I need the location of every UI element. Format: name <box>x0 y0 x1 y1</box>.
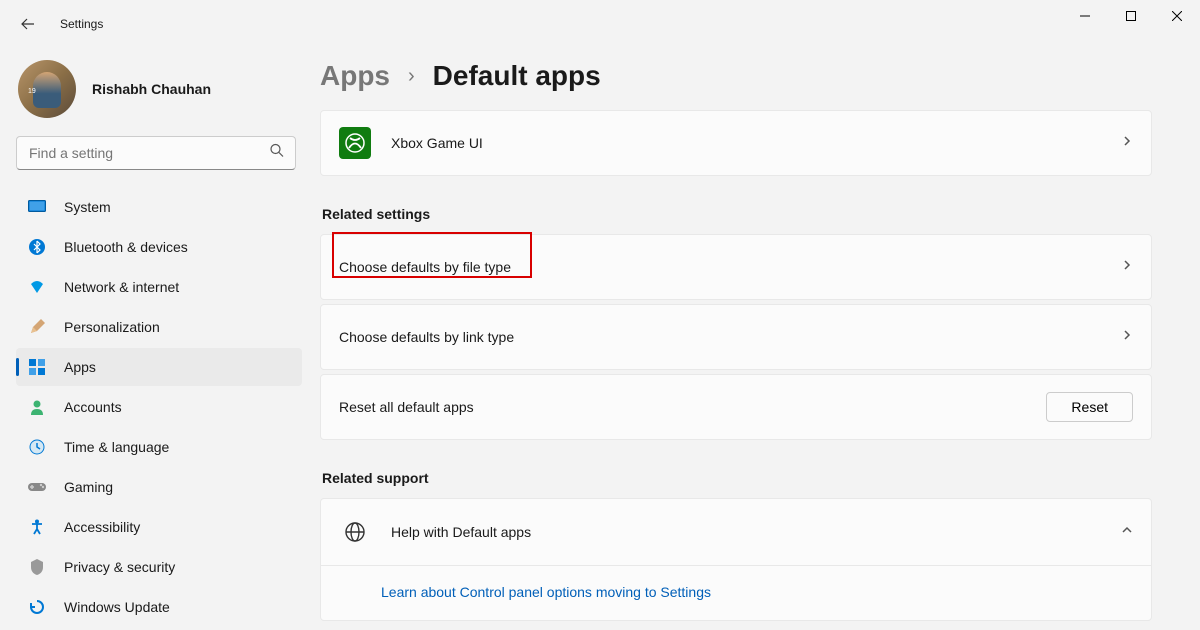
network-icon <box>28 278 46 296</box>
back-button[interactable] <box>8 4 48 44</box>
sidebar-item-time[interactable]: Time & language <box>16 428 302 466</box>
sidebar-item-accessibility[interactable]: Accessibility <box>16 508 302 546</box>
sidebar-item-label: Windows Update <box>64 599 170 615</box>
sidebar-item-gaming[interactable]: Gaming <box>16 468 302 506</box>
profile-section[interactable]: Rishabh Chauhan <box>16 48 302 136</box>
sidebar-item-system[interactable]: System <box>16 188 302 226</box>
minimize-button[interactable] <box>1062 0 1108 32</box>
apps-icon <box>28 358 46 376</box>
app-xbox-game-ui[interactable]: Xbox Game UI <box>320 110 1152 176</box>
bluetooth-icon <box>28 238 46 256</box>
choose-defaults-file-type[interactable]: Choose defaults by file type <box>320 234 1152 300</box>
breadcrumb-separator: › <box>408 65 415 88</box>
privacy-icon <box>28 558 46 576</box>
section-related-settings: Related settings <box>322 206 1152 222</box>
time-icon <box>28 438 46 456</box>
globe-icon <box>339 516 371 548</box>
minimize-icon <box>1080 11 1090 21</box>
app-label: Xbox Game UI <box>391 135 1121 151</box>
sidebar-item-network[interactable]: Network & internet <box>16 268 302 306</box>
xbox-icon <box>339 127 371 159</box>
close-button[interactable] <box>1154 0 1200 32</box>
sidebar-item-label: Personalization <box>64 319 160 335</box>
reset-button[interactable]: Reset <box>1046 392 1133 422</box>
sidebar-item-personalization[interactable]: Personalization <box>16 308 302 346</box>
sidebar-item-label: Apps <box>64 359 96 375</box>
sidebar-item-accounts[interactable]: Accounts <box>16 388 302 426</box>
sidebar-item-privacy[interactable]: Privacy & security <box>16 548 302 586</box>
sidebar-item-label: Network & internet <box>64 279 179 295</box>
sidebar-item-label: System <box>64 199 111 215</box>
accessibility-icon <box>28 518 46 536</box>
maximize-icon <box>1126 11 1136 21</box>
personalization-icon <box>28 318 46 336</box>
search-icon <box>270 144 284 163</box>
chevron-right-icon <box>1121 258 1133 276</box>
sidebar-item-label: Privacy & security <box>64 559 175 575</box>
chevron-up-icon <box>1121 523 1133 541</box>
sidebar-item-label: Accounts <box>64 399 122 415</box>
section-related-support: Related support <box>322 470 1152 486</box>
sidebar-item-bluetooth[interactable]: Bluetooth & devices <box>16 228 302 266</box>
support-title: Help with Default apps <box>391 524 1121 540</box>
accounts-icon <box>28 398 46 416</box>
card-label: Choose defaults by link type <box>339 329 1121 345</box>
search-input[interactable] <box>16 136 296 170</box>
sidebar-item-label: Time & language <box>64 439 169 455</box>
update-icon <box>28 598 46 616</box>
profile-name: Rishabh Chauhan <box>92 81 211 97</box>
close-icon <box>1172 11 1182 21</box>
sidebar-item-label: Accessibility <box>64 519 140 535</box>
chevron-right-icon <box>1121 134 1133 152</box>
window-title: Settings <box>60 17 103 31</box>
sidebar-item-label: Bluetooth & devices <box>64 239 188 255</box>
reset-label: Reset all default apps <box>339 399 1046 415</box>
choose-defaults-link-type[interactable]: Choose defaults by link type <box>320 304 1152 370</box>
help-default-apps[interactable]: Help with Default apps <box>321 499 1151 565</box>
avatar <box>18 60 76 118</box>
support-link[interactable]: Learn about Control panel options moving… <box>381 584 711 600</box>
page-title: Default apps <box>433 60 601 92</box>
sidebar-item-label: Gaming <box>64 479 113 495</box>
back-arrow-icon <box>20 16 36 32</box>
chevron-right-icon <box>1121 328 1133 346</box>
maximize-button[interactable] <box>1108 0 1154 32</box>
sidebar-item-apps[interactable]: Apps <box>16 348 302 386</box>
card-label: Choose defaults by file type <box>339 259 1121 275</box>
gaming-icon <box>28 478 46 496</box>
breadcrumb: Apps › Default apps <box>320 60 1152 92</box>
sidebar-item-update[interactable]: Windows Update <box>16 588 302 626</box>
system-icon <box>28 198 46 216</box>
reset-default-apps-row: Reset all default apps Reset <box>320 374 1152 440</box>
breadcrumb-parent[interactable]: Apps <box>320 60 390 92</box>
